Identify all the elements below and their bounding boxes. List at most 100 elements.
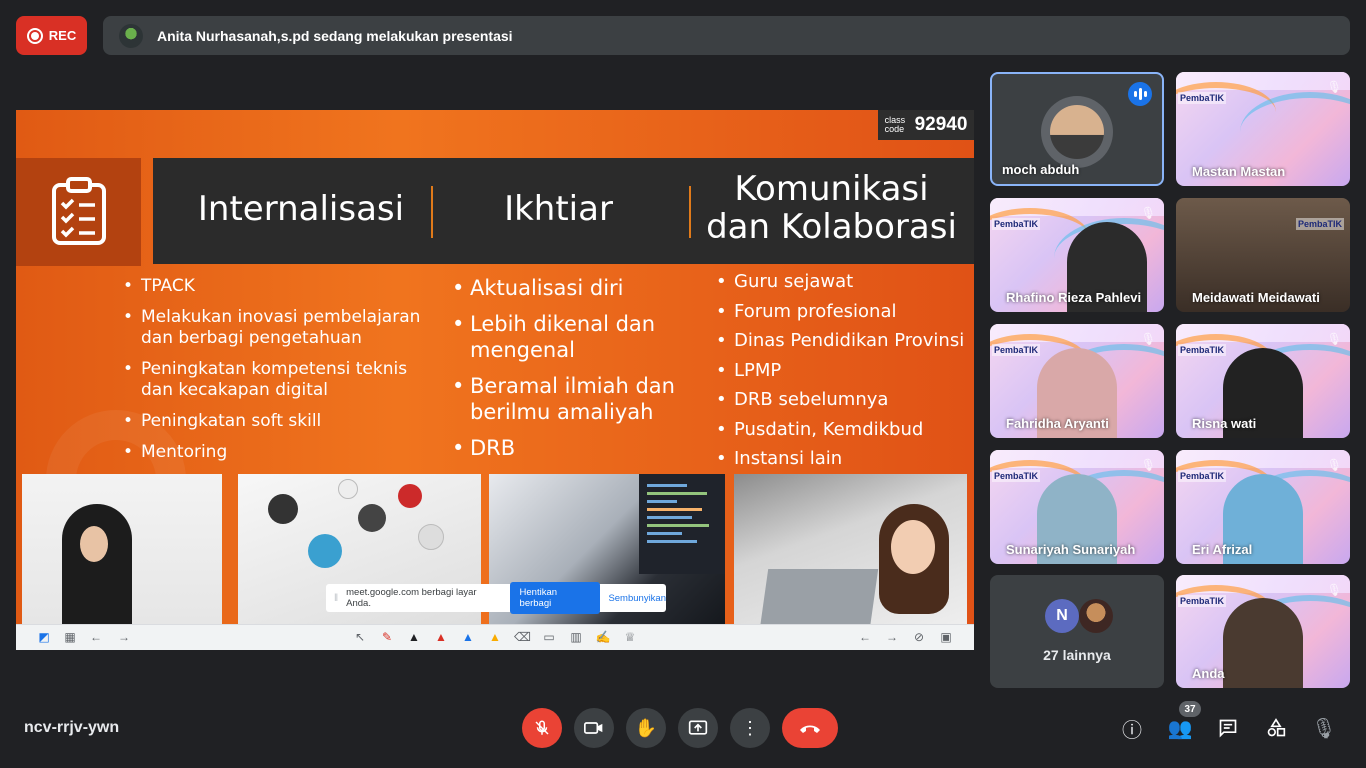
list-item: Beramal ilmiah dan berilmu amaliyah — [452, 373, 712, 425]
pembatik-logo: PembaTIK — [992, 218, 1041, 230]
figure-face — [80, 526, 108, 562]
participant-video — [1223, 598, 1303, 688]
mic-toggle-button[interactable] — [522, 708, 562, 748]
trophy-icon[interactable]: ♕ — [622, 630, 638, 644]
people-button[interactable]: 👥 — [1167, 715, 1193, 741]
avatar — [1079, 599, 1113, 633]
participant-tile[interactable]: PembaTIK 🎙 Risna wati — [1176, 324, 1350, 438]
mic-off-icon: 🎙 — [1140, 458, 1156, 472]
mic-off-icon: 🎙 — [1326, 332, 1342, 346]
stop-sharing-button[interactable]: Hentikan berbagi — [509, 582, 601, 614]
list-ikhtiar: Aktualisasi diri Lebih dikenal dan menge… — [452, 275, 712, 471]
screen-settings-icon[interactable]: ▣ — [938, 630, 954, 644]
mic-off-icon — [535, 720, 549, 735]
screen-share-notice: ‖ meet.google.com berbagi layar Anda. He… — [326, 582, 666, 614]
grid-icon[interactable]: ▦ — [62, 630, 78, 644]
hide-ink-icon[interactable]: ⊘ — [911, 630, 927, 644]
eraser-icon[interactable]: ⌫ — [514, 630, 531, 644]
presenting-text: Anita Nurhasanah,s.pd sedang melakukan p… — [157, 27, 513, 44]
list-item: Peningkatan soft skill — [123, 411, 438, 432]
header-divider — [689, 186, 691, 238]
lock-person-icon: 🎙 — [1311, 717, 1337, 740]
shared-screen: class code 92940 Internalisasi Ikhtiar K… — [16, 110, 974, 650]
list-item: DRB — [452, 435, 712, 461]
present-screen-button[interactable] — [678, 708, 718, 748]
pembatik-logo: PembaTIK — [1178, 344, 1227, 356]
participant-name: Eri Afrizal — [1192, 542, 1253, 557]
participant-name: Rhafino Rieza Pahlevi — [1006, 290, 1142, 305]
presenting-banner: Anita Nurhasanah,s.pd sedang melakukan p… — [103, 16, 1350, 55]
participant-name: Mastan Mastan — [1192, 164, 1286, 179]
list-item: Forum profesional — [716, 301, 974, 323]
pembatik-logo: PembaTIK — [1178, 595, 1227, 607]
atom-shape — [308, 534, 342, 568]
participant-tile[interactable]: PembaTIK Meidawati Meidawati — [1176, 198, 1350, 312]
host-controls-button[interactable]: 🎙 — [1311, 715, 1337, 741]
participant-name: moch abduh — [1002, 162, 1080, 177]
chat-button[interactable] — [1215, 715, 1241, 741]
leave-call-button[interactable] — [782, 708, 838, 748]
more-options-button[interactable]: ⋮ — [730, 708, 770, 748]
header-komunikasi: Komunikasi dan Kolaborasi — [706, 169, 957, 247]
mic-off-icon: 🎙 — [1326, 80, 1342, 94]
participant-name: Risna wati — [1192, 416, 1257, 431]
mic-off-icon: 🎙 — [1140, 332, 1156, 346]
next-arrow-icon[interactable]: → — [116, 630, 132, 644]
code-screen — [639, 474, 725, 574]
presenter-avatar — [119, 23, 143, 48]
avatar-group: N — [1045, 599, 1115, 633]
pen-blue-icon[interactable]: ▲ — [460, 630, 476, 644]
app-logo-icon[interactable]: ◩ — [36, 630, 52, 644]
whiteboard-icon[interactable]: ▭ — [541, 630, 557, 644]
chat-icon — [1219, 719, 1237, 738]
list-item: Pusdatin, Kemdikbud — [716, 419, 974, 441]
raise-hand-button[interactable]: ✋ — [626, 708, 666, 748]
header-internalisasi: Internalisasi — [197, 189, 405, 229]
participant-tile[interactable]: PembaTIK 🎙 Fahridha Aryanti — [990, 324, 1164, 438]
undo-icon[interactable]: ← — [857, 630, 873, 644]
figure-face — [891, 520, 935, 574]
share-notice-text: meet.google.com berbagi layar Anda. — [346, 587, 477, 609]
laser-icon[interactable]: ✎ — [379, 630, 395, 644]
prev-arrow-icon[interactable]: ← — [88, 630, 104, 644]
highlighter-icon[interactable]: ▲ — [487, 630, 503, 644]
list-item: TPACK — [123, 276, 438, 297]
drag-handle-icon[interactable]: ‖ — [334, 593, 338, 604]
participant-tile[interactable]: PembaTIK 🎙 Sunariyah Sunariyah — [990, 450, 1164, 564]
more-participants-tile[interactable]: N 27 lainnya — [990, 575, 1164, 688]
activities-button[interactable] — [1263, 715, 1289, 741]
participant-tile[interactable]: moch abduh — [990, 72, 1164, 186]
clipboard-checklist-icon — [51, 177, 106, 245]
list-item: Lebih dikenal dan mengenal — [452, 311, 712, 363]
people-count-badge: 37 — [1179, 701, 1201, 717]
meeting-code: ncv-rrjv-ywn — [24, 719, 120, 736]
slide-toolbar: ◩ ▦ ← → ↖ ✎ ▲ ▲ ▲ ▲ ⌫ ▭ ▥ ✍ ♕ ← → ⊘ ▣ — [16, 624, 974, 650]
list-item: Guru sejawat — [716, 271, 974, 293]
hide-button[interactable]: Sembunyikan — [608, 593, 666, 604]
self-view-tile[interactable]: PembaTIK 🎙 Anda — [1176, 575, 1350, 688]
participant-name: Meidawati Meidawati — [1192, 290, 1320, 305]
pen-red-icon[interactable]: ▲ — [433, 630, 449, 644]
draw-icon[interactable]: ✍ — [595, 630, 611, 644]
list-item: Mentoring — [123, 442, 438, 463]
pointer-icon[interactable]: ↖ — [352, 630, 368, 644]
participant-tile[interactable]: PembaTIK 🎙 Eri Afrizal — [1176, 450, 1350, 564]
record-button[interactable]: REC — [16, 16, 87, 55]
participant-tile[interactable]: PembaTIK 🎙 Mastan Mastan — [1176, 72, 1350, 186]
participant-name: Anda — [1192, 666, 1225, 681]
pembatik-logo: PembaTIK — [1296, 218, 1345, 230]
info-icon: ⓘ — [1122, 719, 1142, 742]
list-item: Melakukan inovasi pembelajaran dan berba… — [123, 307, 438, 349]
participant-tile[interactable]: PembaTIK 🎙 Rhafino Rieza Pahlevi — [990, 198, 1164, 312]
present-screen-icon — [688, 720, 708, 735]
header-divider — [431, 186, 433, 238]
pen-black-icon[interactable]: ▲ — [406, 630, 422, 644]
header-ikhtiar: Ikhtiar — [504, 189, 613, 229]
redo-icon[interactable]: → — [884, 630, 900, 644]
chart-icon[interactable]: ▥ — [568, 630, 584, 644]
list-internalisasi: TPACK Melakukan inovasi pembelajaran dan… — [123, 276, 438, 473]
record-icon — [26, 27, 43, 44]
camera-toggle-button[interactable] — [574, 708, 614, 748]
avatar: N — [1045, 599, 1079, 633]
meeting-info-button[interactable]: ⓘ — [1119, 715, 1145, 742]
